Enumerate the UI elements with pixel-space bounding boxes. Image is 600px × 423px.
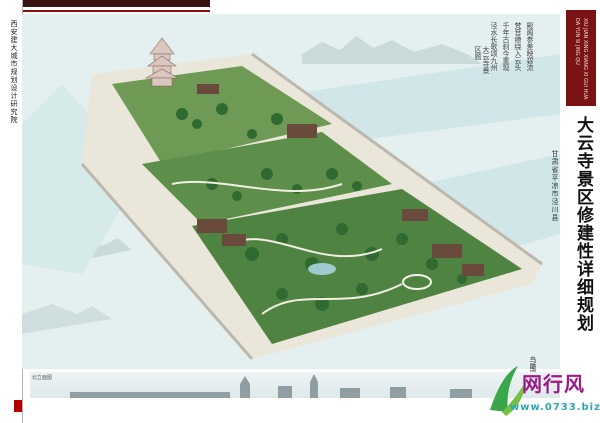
poem-signature: 大云寺景区题 (474, 46, 490, 74)
watermark-title: 网行风 (522, 372, 585, 396)
watermark-url: www.0733.biz (510, 402, 600, 413)
poster-frame: 西安建大城市规划设计研究院 殿阁参差映碧流 梵音缭绕入云头 千年古刹今重现 泾水… (0, 0, 600, 423)
poem-column: 殿阁参差映碧流 (526, 22, 534, 71)
poem-column: 泾水长歌颂九州 (490, 22, 498, 71)
poem-column: 梵音缭绕入云头 (514, 22, 522, 71)
pond (308, 263, 336, 275)
title-badge: DA YUN SI JING QU XIU JIAN XING XIANG XI… (566, 10, 596, 106)
english-title-line: XIU JIAN XING XIANG XI GUI HUA (582, 18, 588, 100)
left-info-strip: 西安建大城市规划设计研究院 (0, 0, 23, 423)
calligraphy-poem: 殿阁参差映碧流 梵音缭绕入云头 千年古刹今重现 泾水长歌颂九州 大云寺景区题 (466, 22, 536, 80)
top-accent-bar (0, 0, 210, 7)
top-accent-line (0, 10, 210, 12)
english-title-line: DA YUN SI JING QU (574, 18, 580, 65)
poem-column: 千年古刹今重现 (502, 22, 510, 71)
corner-mark (14, 400, 22, 412)
location-subtitle: 甘肃省平凉市泾川县 (551, 150, 559, 222)
elevation-label: 北立面图 (32, 375, 53, 381)
designer-institute-text: 西安建大城市规划设计研究院 (10, 20, 18, 124)
main-title: 大云寺景区修建性详细规划 (573, 116, 593, 332)
